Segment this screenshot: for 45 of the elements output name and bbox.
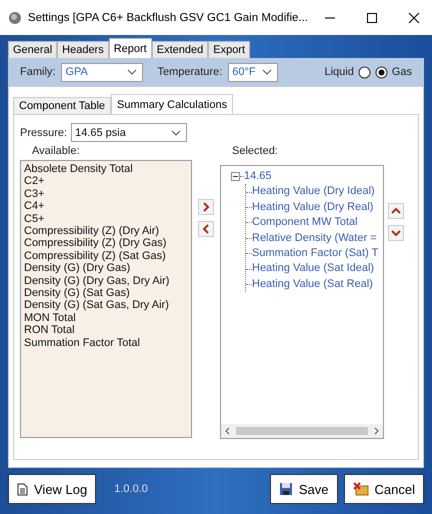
tree-item[interactable]: Heating Value (Sat Ideal): [252, 261, 374, 277]
available-label: Available:: [32, 145, 80, 157]
pressure-label: Pressure:: [20, 126, 68, 138]
cancel-button[interactable]: Cancel: [344, 474, 424, 504]
tab[interactable]: Report: [108, 38, 152, 58]
tab[interactable]: Extended: [152, 41, 208, 58]
list-item[interactable]: Compressibility (Z) (Dry Air): [24, 225, 188, 238]
list-item[interactable]: MON Total: [24, 312, 188, 324]
list-item[interactable]: Density (G) (Sat Gas, Dry Air): [24, 299, 188, 312]
tree-node[interactable]: 14.65: [244, 169, 272, 184]
tree-item[interactable]: Heating Value (Sat Real): [252, 276, 373, 292]
tab[interactable]: General: [8, 41, 58, 58]
list-item[interactable]: Density (G) (Dry Gas): [24, 262, 188, 275]
tree-item[interactable]: Component MW Total: [252, 215, 358, 231]
list-item[interactable]: Density (G) (Dry Gas, Dry Air): [24, 274, 188, 288]
list-item[interactable]: RON Total: [24, 324, 188, 337]
list-item[interactable]: Density (G) (Sat Gas): [24, 287, 188, 300]
family-label: Family:: [20, 66, 56, 78]
view-log-button[interactable]: View Log: [8, 474, 96, 504]
list-item[interactable]: C4+: [24, 200, 188, 213]
list-item[interactable]: Summation Factor Total: [24, 336, 188, 350]
list-item[interactable]: Compressibility (Z) (Dry Gas): [24, 237, 188, 250]
list-item[interactable]: C5+: [24, 212, 188, 226]
tab[interactable]: Component Table: [13, 97, 112, 114]
list-item[interactable]: C3+: [24, 188, 188, 200]
temperature-dropdown[interactable]: 60°F: [228, 62, 278, 82]
pressure-dropdown[interactable]: 14.65 psia: [71, 123, 188, 142]
family-dropdown[interactable]: GPA: [61, 62, 144, 82]
version-text: 1.0.0.0: [114, 483, 148, 495]
radio-label: Liquid: [324, 66, 354, 78]
tree-item[interactable]: Heating Value (Dry Real): [252, 200, 374, 216]
tree-item[interactable]: Summation Factor (Sat) T: [252, 246, 378, 262]
list-item[interactable]: Compressibility (Z) (Sat Gas): [24, 250, 188, 262]
tree-item[interactable]: Heating Value (Dry Ideal): [252, 184, 375, 200]
tree-item[interactable]: Relative Density (Water =: [252, 230, 377, 246]
radio-label: Gas: [392, 66, 412, 78]
list-item[interactable]: C2+: [24, 175, 188, 188]
window-title: Settings [GPA C6+ Backflush GSV GC1 Gain Modifie...: [28, 12, 308, 24]
list-item[interactable]: Absolete Density Total: [24, 163, 188, 176]
temperature-label: Temperature:: [157, 66, 222, 78]
tab[interactable]: Export: [208, 41, 250, 58]
save-button[interactable]: Save: [270, 474, 338, 504]
selected-label: Selected:: [232, 145, 279, 157]
tab[interactable]: Summary Calculations: [111, 94, 234, 114]
tab[interactable]: Headers: [57, 41, 109, 58]
